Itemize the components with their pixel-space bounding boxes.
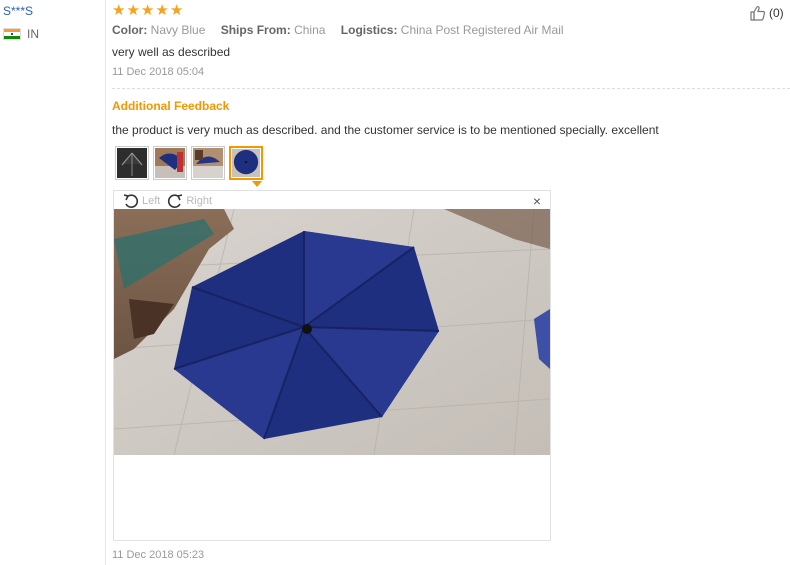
photo-thumbnails [115,146,263,180]
india-flag-icon [3,28,21,40]
helpful-button[interactable]: (0) [749,4,784,22]
divider [112,88,790,89]
photo-viewer: Left Right × [113,190,551,541]
reviewer-name[interactable]: S***S [3,4,33,18]
thumbs-up-icon [750,6,766,21]
additional-feedback-title: Additional Feedback [112,99,230,113]
rotate-right-button[interactable]: Right [166,192,212,210]
selected-thumbnail-caret [252,181,262,187]
reviewer-country: IN [3,27,39,41]
attribute-logistics: Logistics: China Post Registered Air Mai… [340,23,564,37]
star-icon: ★ [169,2,184,19]
product-attributes: Color: Navy Blue Ships From: China Logis… [112,23,576,37]
photo-thumbnail[interactable] [191,146,225,180]
rotate-left-icon [123,194,139,208]
review-date: 11 Dec 2018 05:04 [112,66,205,78]
photo-thumbnail-selected[interactable] [229,146,263,180]
star-icon: ★ [126,2,140,19]
attribute-color: Color: Navy Blue [112,23,206,37]
rotate-right-icon [168,194,183,208]
reviewer-column: S***S IN [0,0,106,565]
star-icon: ★ [155,2,169,19]
helpful-count: (0) [769,6,784,20]
star-icon: ★ [140,2,155,19]
photo-thumbnail[interactable] [153,146,187,180]
country-code: IN [27,27,39,41]
additional-feedback-text: the product is very much as described. a… [112,123,659,137]
review-text: very well as described [112,45,231,59]
attribute-ships-from: Ships From: China [220,23,326,37]
viewer-toolbar: Left Right [122,192,218,210]
star-rating: ★ ★ ★ ★ ★ [112,3,183,18]
review-photo [114,209,550,455]
additional-feedback-date: 11 Dec 2018 05:23 [112,549,205,561]
star-icon: ★ [112,2,126,19]
rotate-left-button[interactable]: Left [122,192,160,210]
photo-thumbnail[interactable] [115,146,149,180]
viewer-close-button[interactable]: × [533,194,541,208]
umbrella-photo [114,209,550,455]
